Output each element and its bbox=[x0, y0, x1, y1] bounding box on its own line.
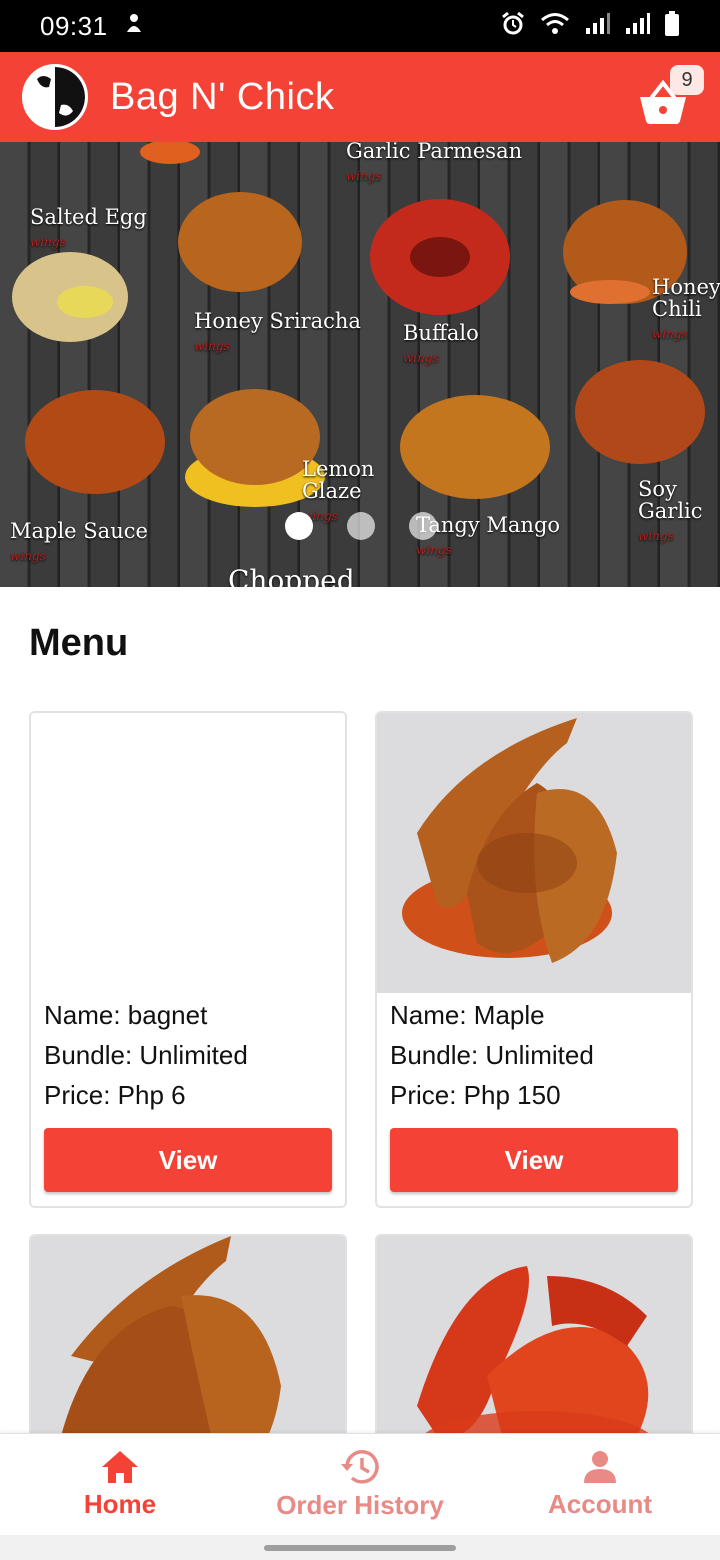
banner-label-maple-sauce: Maple Sauce wings bbox=[10, 519, 148, 563]
alarm-icon bbox=[500, 11, 526, 42]
nav-home-label: Home bbox=[83, 1489, 157, 1519]
banner-label-honey-sriracha: Honey Sriracha wings bbox=[194, 309, 361, 353]
menu-item-image bbox=[31, 713, 345, 993]
banner-label-honey-chili: Honey Chili wings bbox=[652, 275, 720, 341]
view-button[interactable]: View bbox=[390, 1128, 678, 1192]
menu-item-card[interactable]: Name: Maple Bundle: Unlimited Price: Php… bbox=[375, 711, 693, 1208]
carousel-indicator bbox=[285, 512, 437, 540]
signal-icon bbox=[584, 12, 610, 41]
menu-item-price: Price: Php 150 bbox=[390, 1080, 561, 1110]
nav-order-history-label: Order History bbox=[276, 1490, 444, 1520]
promo-banner-carousel[interactable]: Salted Egg wings Garlic Parmesan wings Hon… bbox=[0, 142, 720, 587]
banner-label-buffalo: Buffalo wings bbox=[403, 321, 479, 365]
menu-item-price: Price: Php 6 bbox=[44, 1080, 186, 1110]
notification-icon bbox=[124, 12, 144, 40]
cart-count-badge: 9 bbox=[670, 65, 704, 95]
banner-label-tangy-mango: Tangy Mango wings bbox=[416, 513, 561, 557]
nav-order-history[interactable]: Order History bbox=[240, 1434, 480, 1535]
cart-button[interactable]: 9 bbox=[638, 65, 704, 127]
banner-label-soy-garlic: Soy Garlic wings bbox=[638, 477, 703, 543]
app-logo bbox=[22, 64, 88, 130]
menu-heading: Menu bbox=[29, 622, 129, 664]
nav-account-label: Account bbox=[548, 1489, 652, 1519]
menu-item-image bbox=[31, 1236, 345, 1462]
menu-item-card[interactable]: Name: bagnet Bundle: Unlimited Price: Ph… bbox=[29, 711, 347, 1208]
gesture-bar bbox=[0, 1535, 720, 1560]
maple-wings-photo bbox=[377, 713, 691, 993]
menu-item-image bbox=[377, 1236, 691, 1462]
menu-item-name: Name: Maple bbox=[390, 1000, 545, 1030]
menu-item-bundle: Bundle: Unlimited bbox=[44, 1040, 248, 1070]
bottom-navigation: Home Order History Account bbox=[0, 1433, 720, 1535]
menu-item-name: Name: bagnet bbox=[44, 1000, 208, 1030]
app-bar: Bag N' Chick 9 bbox=[0, 52, 720, 142]
view-button[interactable]: View bbox=[44, 1128, 332, 1192]
carousel-dot-3[interactable] bbox=[409, 512, 437, 540]
nav-home[interactable]: Home bbox=[0, 1434, 240, 1535]
wings-photo bbox=[31, 1236, 345, 1462]
account-icon bbox=[584, 1451, 616, 1483]
banner-label-salted-egg: Salted Egg wings bbox=[30, 205, 147, 249]
home-icon bbox=[102, 1451, 138, 1483]
menu-item-card[interactable] bbox=[375, 1234, 693, 1464]
history-icon bbox=[341, 1450, 379, 1484]
status-bar: 09:31 bbox=[0, 0, 720, 52]
status-time: 09:31 bbox=[40, 10, 108, 41]
app-title: Bag N' Chick bbox=[110, 75, 335, 118]
carousel-dot-2[interactable] bbox=[347, 512, 375, 540]
banner-label-garlic-parmesan: Garlic Parmesan wings bbox=[346, 142, 523, 183]
signal-icon-2 bbox=[624, 12, 650, 41]
home-gesture-handle[interactable] bbox=[264, 1545, 456, 1551]
battery-icon bbox=[664, 10, 680, 42]
buffalo-wings-photo bbox=[377, 1236, 691, 1462]
nav-account[interactable]: Account bbox=[480, 1434, 720, 1535]
menu-item-bundle: Bundle: Unlimited bbox=[390, 1040, 594, 1070]
banner-label-chopped: Chopped bbox=[228, 564, 355, 588]
menu-item-card[interactable] bbox=[29, 1234, 347, 1464]
menu-item-image bbox=[377, 713, 691, 993]
carousel-dot-1[interactable] bbox=[285, 512, 313, 540]
wifi-icon bbox=[540, 12, 570, 41]
